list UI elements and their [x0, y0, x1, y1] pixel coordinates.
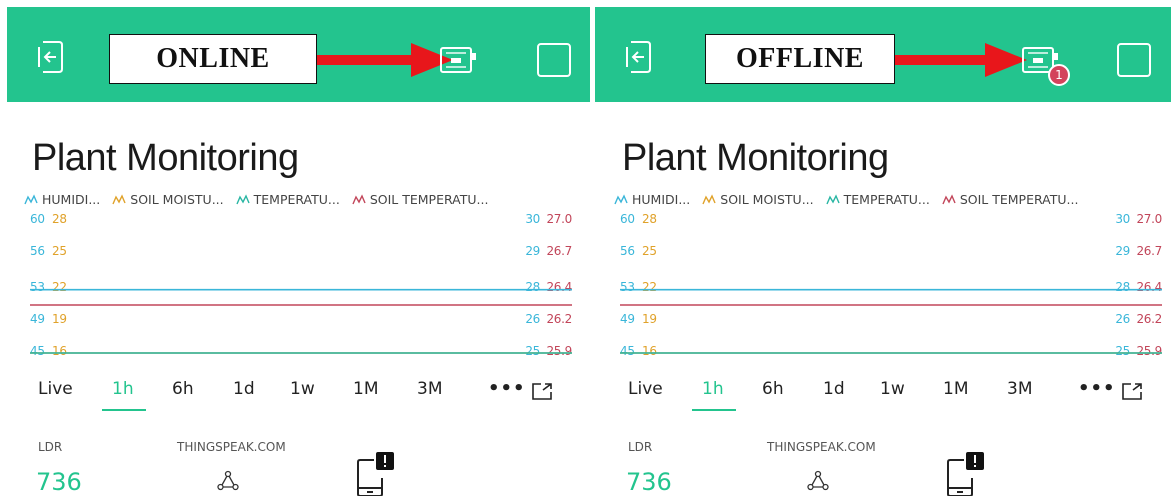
tab-3m[interactable]: 3M — [417, 379, 442, 399]
active-tab-underline — [692, 409, 736, 411]
legend-item[interactable]: HUMIDI... — [614, 192, 690, 207]
back-icon[interactable] — [35, 39, 65, 75]
panel-offline: OFFLINE 1 Plant Monitoring HUMIDI... SOIL… — [590, 0, 1171, 499]
legend-item[interactable]: SOIL MOISTU... — [702, 192, 814, 207]
device-notification-icon[interactable] — [946, 452, 986, 496]
tab-1m[interactable]: 1M — [353, 379, 378, 399]
expand-icon[interactable] — [531, 382, 553, 400]
tab-6h[interactable]: 6h — [172, 379, 194, 399]
tab-1w[interactable]: 1w — [880, 379, 905, 399]
chart-plot — [30, 288, 572, 354]
superchart: 60 56 53 49 45 28 25 22 19 16 30 29 28 26 25 27.0 26.7 26… — [0, 212, 580, 372]
series-line-icon — [942, 193, 956, 204]
page-title: Plant Monitoring — [622, 137, 889, 179]
series-line-icon — [825, 193, 840, 204]
time-range-tabs: Live 1h 6h 1d 1w 1M 3M ••• — [0, 376, 580, 412]
offline-count-badge: 1 — [1048, 64, 1070, 86]
active-tab-underline — [102, 409, 146, 411]
top-bar: ONLINE — [7, 7, 590, 102]
page-title: Plant Monitoring — [32, 137, 299, 179]
legend-label: SOIL TEMPERATU... — [369, 192, 489, 207]
legend-label: TEMPERATU... — [843, 192, 930, 207]
menu-square-icon[interactable] — [1117, 43, 1151, 77]
legend-label: SOIL MOISTU... — [720, 192, 814, 207]
more-icon[interactable]: ••• — [488, 378, 526, 399]
chart-legend: HUMIDI... SOIL MOISTU... TEMPERATU... SOIL … — [614, 192, 1078, 207]
webhook-label: THINGSPEAK.COM — [767, 440, 876, 454]
tab-1m[interactable]: 1M — [943, 379, 968, 399]
tab-1d[interactable]: 1d — [233, 379, 255, 399]
tab-3m[interactable]: 3M — [1007, 379, 1032, 399]
time-range-tabs: Live 1h 6h 1d 1w 1M 3M ••• — [590, 376, 1170, 412]
legend-label: HUMIDI... — [42, 192, 101, 207]
superchart: 60 56 53 49 45 28 25 22 19 16 30 29 28 26 25 27.0 26.7 26… — [590, 212, 1170, 372]
legend-item[interactable]: SOIL MOISTU... — [112, 192, 224, 207]
series-line-icon — [112, 193, 126, 204]
arrow-icon — [317, 43, 453, 77]
tab-live[interactable]: Live — [38, 379, 73, 399]
series-line-icon — [614, 193, 628, 204]
legend-item[interactable]: TEMPERATU... — [825, 192, 930, 207]
tab-live[interactable]: Live — [628, 379, 663, 399]
webhook-icon[interactable] — [807, 470, 829, 492]
tab-1d[interactable]: 1d — [823, 379, 845, 399]
chart-legend: HUMIDI... SOIL MOISTU... TEMPERATU... SOIL … — [24, 192, 488, 207]
status-label: ONLINE — [109, 34, 317, 84]
tab-1h[interactable]: 1h — [702, 379, 724, 399]
chart-plot — [620, 288, 1162, 354]
expand-icon[interactable] — [1121, 382, 1143, 400]
more-icon[interactable]: ••• — [1078, 378, 1116, 399]
ldr-label: LDR — [628, 440, 653, 454]
series-line-icon — [235, 193, 250, 204]
legend-label: SOIL MOISTU... — [130, 192, 224, 207]
webhook-icon[interactable] — [217, 470, 239, 492]
ldr-label: LDR — [38, 440, 63, 454]
legend-label: TEMPERATU... — [253, 192, 340, 207]
back-icon[interactable] — [623, 39, 653, 75]
legend-label: HUMIDI... — [632, 192, 691, 207]
tab-1w[interactable]: 1w — [290, 379, 315, 399]
panel-online: ONLINE Plant Monitoring HUMIDI... SOIL MO… — [0, 0, 590, 499]
screenshot-root: ONLINE Plant Monitoring HUMIDI... SOIL MO… — [0, 0, 1171, 499]
menu-square-icon[interactable] — [537, 43, 571, 77]
tab-1h[interactable]: 1h — [112, 379, 134, 399]
device-icon[interactable] — [439, 45, 477, 75]
series-line-icon — [24, 193, 38, 204]
ldr-value: 736 — [626, 468, 672, 496]
legend-item[interactable]: SOIL TEMPERATU... — [942, 192, 1079, 207]
series-line-icon — [702, 193, 716, 204]
legend-item[interactable]: HUMIDI... — [24, 192, 100, 207]
ldr-value: 736 — [36, 468, 82, 496]
legend-item[interactable]: SOIL TEMPERATU... — [352, 192, 489, 207]
legend-item[interactable]: TEMPERATU... — [235, 192, 340, 207]
device-notification-icon[interactable] — [356, 452, 396, 496]
status-label: OFFLINE — [705, 34, 895, 84]
series-line-icon — [352, 193, 366, 204]
top-bar: OFFLINE 1 — [595, 7, 1171, 102]
legend-label: SOIL TEMPERATU... — [959, 192, 1079, 207]
webhook-label: THINGSPEAK.COM — [177, 440, 286, 454]
arrow-icon — [895, 43, 1027, 77]
tab-6h[interactable]: 6h — [762, 379, 784, 399]
